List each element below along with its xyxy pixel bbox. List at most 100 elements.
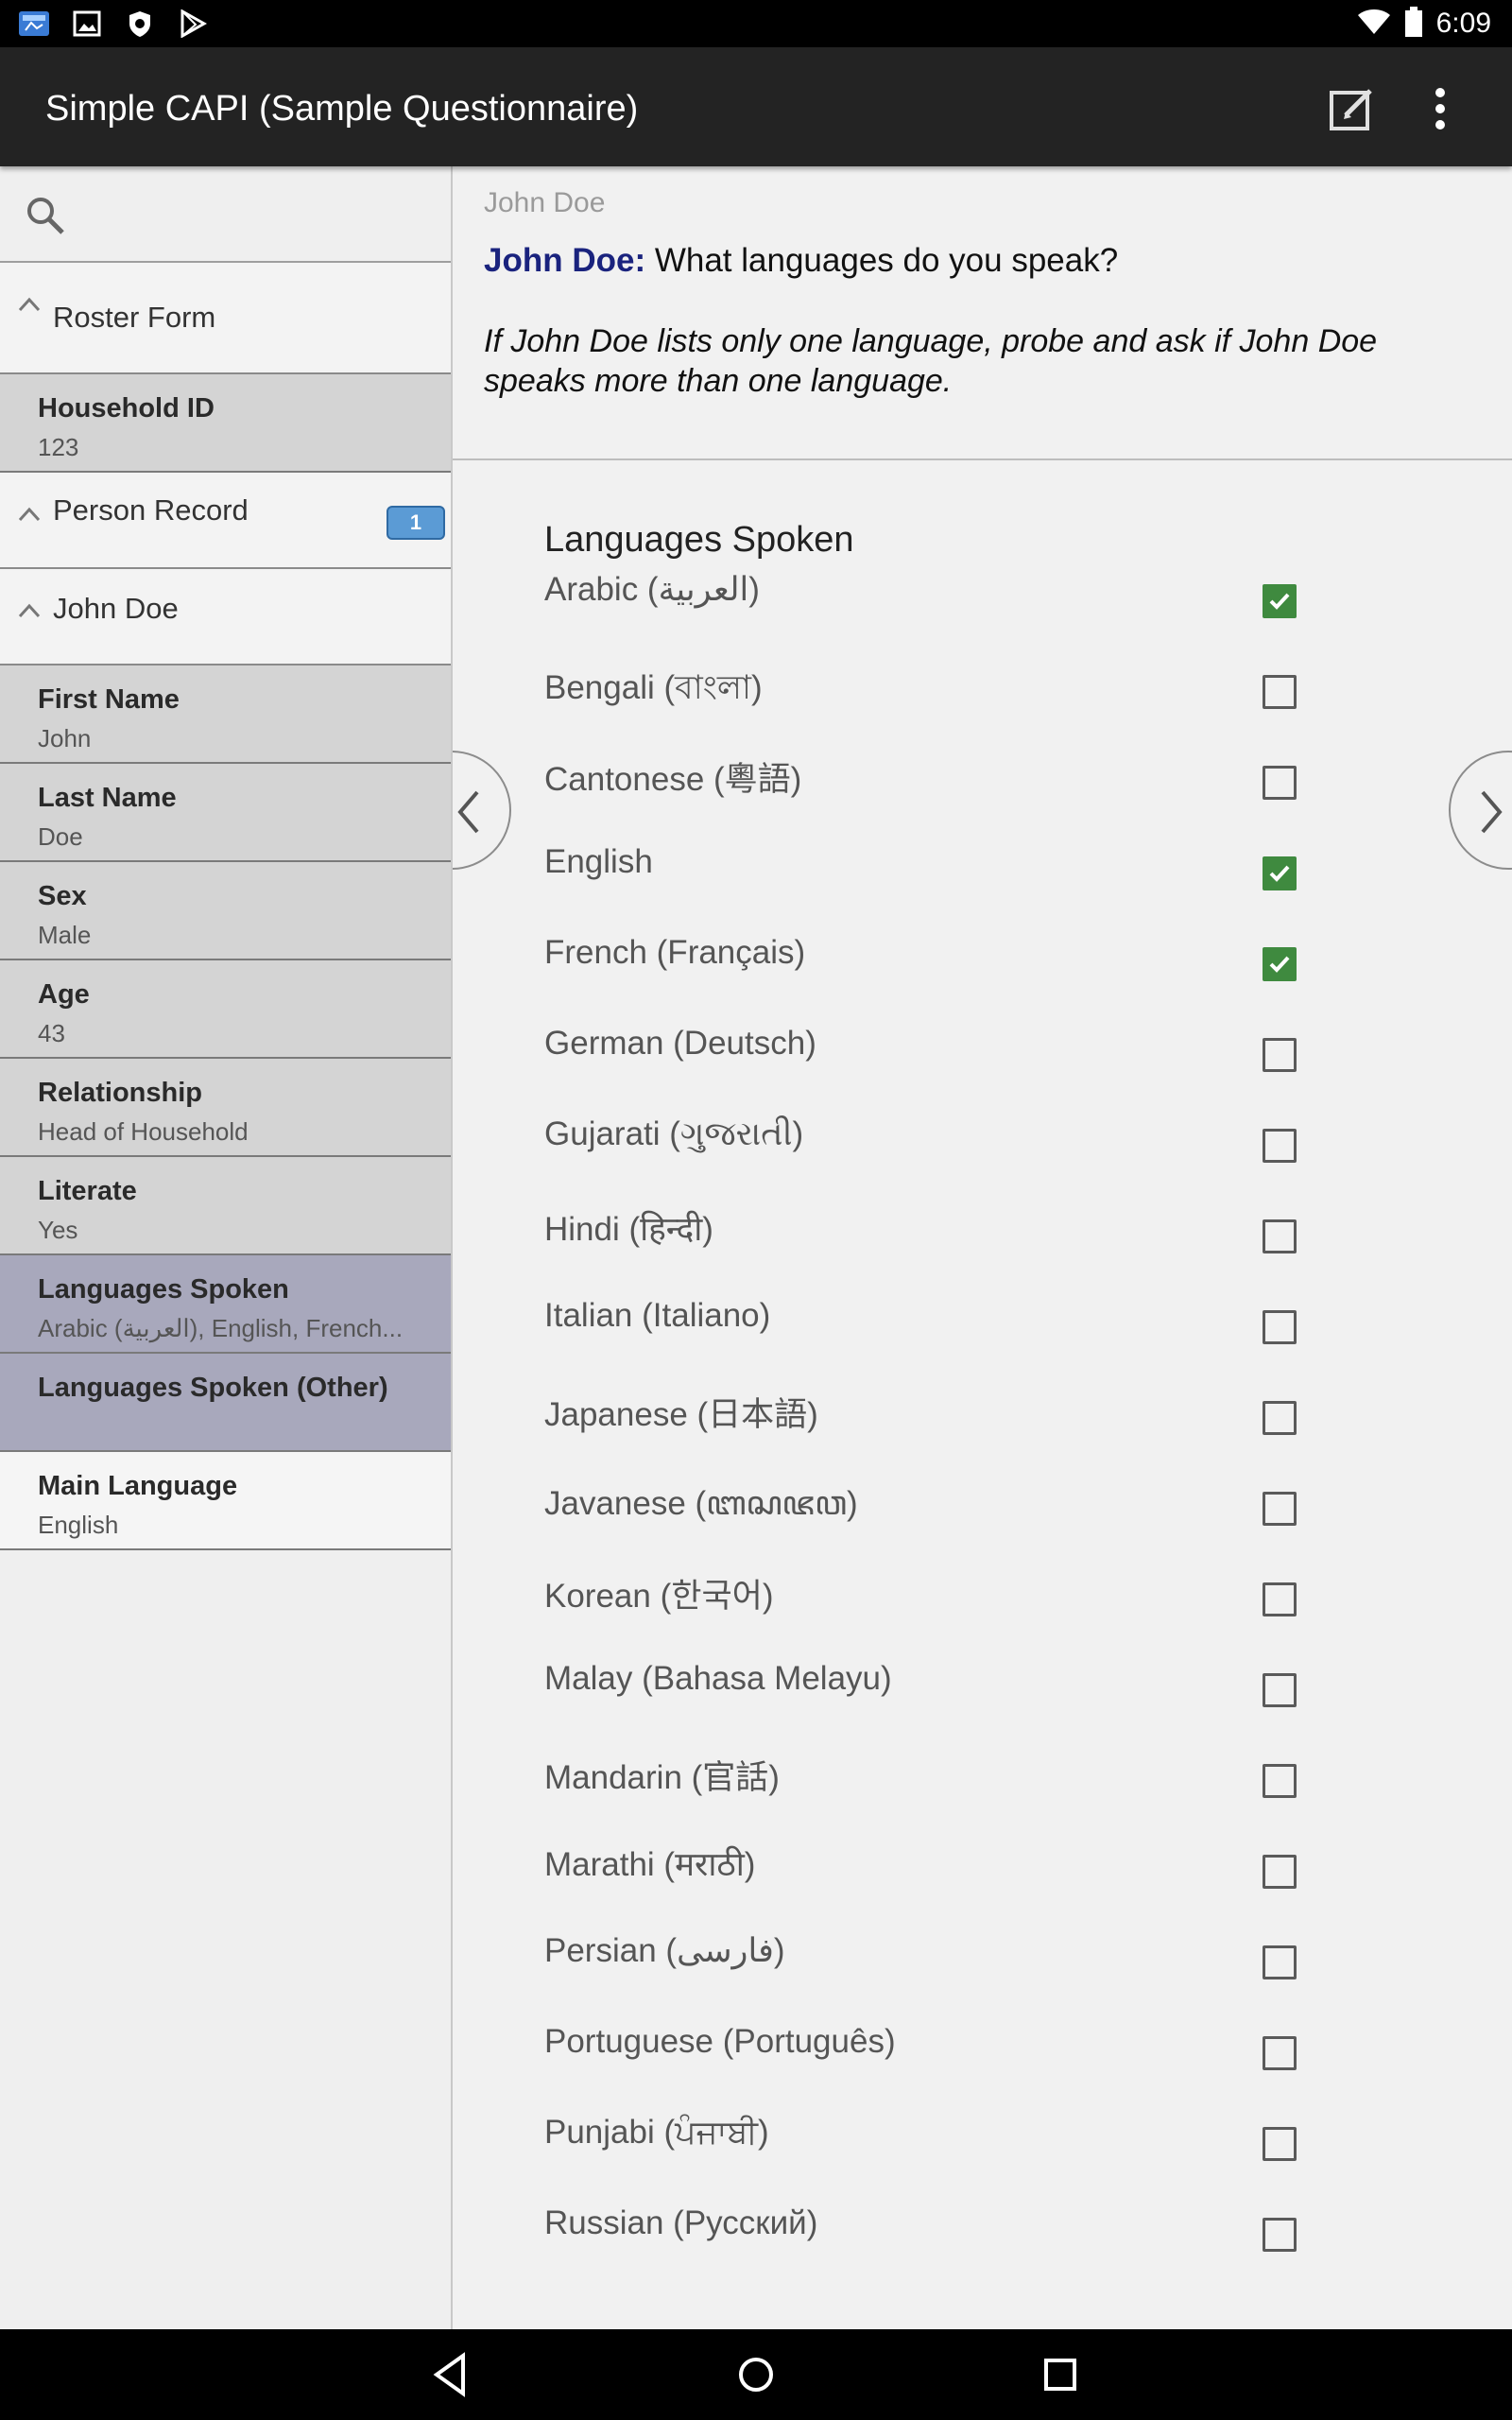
field-name: Household ID	[38, 393, 215, 424]
checkbox-unchecked[interactable]	[1263, 675, 1297, 709]
wifi-icon	[1357, 8, 1391, 41]
checkbox-checked[interactable]	[1263, 856, 1297, 890]
checkbox-option[interactable]: German (Deutsch)	[544, 1025, 1395, 1115]
checkbox-unchecked[interactable]	[1263, 1129, 1297, 1163]
checkbox-option[interactable]: Cantonese (粵語)	[544, 752, 1395, 843]
search-icon[interactable]	[25, 195, 66, 236]
system-nav-bar	[0, 2329, 1512, 2420]
field-name: Sex	[38, 881, 87, 911]
checkbox-unchecked[interactable]	[1263, 1855, 1297, 1889]
checkbox-unchecked[interactable]	[1263, 2218, 1297, 2252]
option-label: Punjabi (ਪੰਜਾਬੀ)	[544, 2114, 769, 2151]
checkbox-unchecked[interactable]	[1263, 1492, 1297, 1526]
field-value: Doe	[38, 822, 83, 851]
option-label: Mandarin (官話)	[544, 1759, 780, 1796]
sidebar-item-literate[interactable]: Literate Yes	[0, 1157, 451, 1255]
option-label: Cantonese (粵語)	[544, 761, 802, 798]
checkbox-option[interactable]: Bengali (বাংলা)	[544, 662, 1395, 752]
checkbox-unchecked[interactable]	[1263, 1038, 1297, 1072]
option-label: Persian (فارسی)	[544, 1932, 785, 1969]
question-name: John Doe:	[484, 242, 646, 279]
chevron-right-icon	[1481, 790, 1503, 834]
search-bar[interactable]	[0, 166, 451, 263]
sidebar-item-sex[interactable]: Sex Male	[0, 862, 451, 960]
sidebar-item-age[interactable]: Age 43	[0, 960, 451, 1059]
checkbox-option[interactable]: Russian (Русский)	[544, 2204, 1395, 2295]
question-header: John Doe	[484, 187, 606, 218]
checkbox-unchecked[interactable]	[1263, 1219, 1297, 1253]
status-bar: 6:09	[0, 0, 1512, 47]
checkbox-option[interactable]: Hindi (हिन्दी)	[544, 1206, 1395, 1297]
occurrence-count-badge: 1	[387, 506, 445, 540]
checkbox-unchecked[interactable]	[1263, 1401, 1297, 1435]
image-icon	[70, 9, 104, 39]
sidebar-item-first-name[interactable]: First Name John	[0, 666, 451, 764]
checkbox-unchecked[interactable]	[1263, 766, 1297, 800]
option-label: English	[544, 843, 653, 880]
checkbox-option[interactable]: French (Français)	[544, 934, 1395, 1025]
checkbox-checked[interactable]	[1263, 947, 1297, 981]
checkbox-unchecked[interactable]	[1263, 2036, 1297, 2070]
option-label: Arabic (العربية)	[544, 571, 760, 608]
checkbox-unchecked[interactable]	[1263, 1582, 1297, 1616]
battery-icon	[1404, 6, 1423, 42]
checkbox-checked[interactable]	[1263, 584, 1297, 618]
field-name: Main Language	[38, 1471, 238, 1501]
option-label: Russian (Русский)	[544, 2204, 818, 2241]
field-value: 123	[38, 433, 79, 461]
field-name: Literate	[38, 1176, 137, 1206]
checkbox-unchecked[interactable]	[1263, 1945, 1297, 1979]
sidebar-item-last-name[interactable]: Last Name Doe	[0, 764, 451, 862]
option-label: Italian (Italiano)	[544, 1297, 771, 1334]
next-button[interactable]	[1449, 751, 1512, 870]
checkbox-option[interactable]: Mandarin (官話)	[544, 1751, 1395, 1841]
option-label: Japanese (日本語)	[544, 1396, 818, 1433]
field-value: English	[38, 1511, 119, 1539]
checkbox-option[interactable]: Korean (한국어)	[544, 1569, 1395, 1660]
sidebar-item-languages-spoken[interactable]: Languages Spoken Arabic (العربية), Englis…	[0, 1255, 451, 1354]
checkbox-option[interactable]: Gujarati (ગુજરાતી)	[544, 1115, 1395, 1206]
field-name: Age	[38, 979, 90, 1010]
checkbox-option[interactable]: Persian (فارسی)	[544, 1932, 1395, 2023]
checkbox-unchecked[interactable]	[1263, 1673, 1297, 1707]
checkbox-option[interactable]: Italian (Italiano)	[544, 1297, 1395, 1388]
checkbox-option[interactable]: English	[544, 843, 1395, 934]
checkbox-option[interactable]: Japanese (日本語)	[544, 1388, 1395, 1478]
john-doe-group[interactable]: John Doe	[0, 569, 451, 666]
checkbox-option[interactable]: Marathi (मराठी)	[544, 1841, 1395, 1932]
checkbox-unchecked[interactable]	[1263, 1310, 1297, 1344]
checkbox-option[interactable]: Malay (Bahasa Melayu)	[544, 1660, 1395, 1751]
option-label: French (Français)	[544, 934, 806, 971]
recents-icon[interactable]	[1034, 2348, 1087, 2401]
checkbox-unchecked[interactable]	[1263, 1764, 1297, 1798]
option-label: Portuguese (Português)	[544, 2023, 896, 2060]
checkbox-option[interactable]: Punjabi (ਪੰਜਾਬੀ)	[544, 2114, 1395, 2204]
checkbox-unchecked[interactable]	[1263, 2127, 1297, 2161]
question-help-text: If John Doe lists only one language, pro…	[484, 323, 1378, 399]
more-vert-icon[interactable]	[1418, 83, 1463, 134]
app-bar: Simple CAPI (Sample Questionnaire)	[0, 47, 1512, 166]
chevron-left-icon	[457, 790, 479, 834]
options-list: Arabic (العربية) Bengali (বাংলা) Cantonese…	[544, 571, 1395, 2295]
option-label: Javanese (ꦧꦱꦗꦮ)	[544, 1485, 858, 1522]
checkbox-option[interactable]: Arabic (العربية)	[544, 571, 1395, 662]
john-doe-label: John Doe	[53, 592, 179, 625]
previous-button[interactable]	[453, 751, 511, 870]
app-title: Simple CAPI (Sample Questionnaire)	[45, 89, 639, 129]
sidebar-item-household-id[interactable]: Household ID 123	[0, 374, 451, 473]
checkbox-option[interactable]: Javanese (ꦧꦱꦗꦮ)	[544, 1478, 1395, 1569]
play-store-icon	[176, 9, 210, 39]
edit-icon[interactable]	[1329, 85, 1376, 132]
checkbox-option[interactable]: Portuguese (Português)	[544, 2023, 1395, 2114]
sidebar-item-languages-spoken-other[interactable]: Languages Spoken (Other)	[0, 1354, 451, 1452]
back-icon[interactable]	[425, 2348, 478, 2401]
sidebar-item-main-language[interactable]: Main Language English	[0, 1452, 451, 1550]
roster-form-group[interactable]: Roster Form	[0, 263, 451, 374]
sidebar-item-relationship[interactable]: Relationship Head of Household	[0, 1059, 451, 1157]
field-value: Male	[38, 921, 92, 949]
person-record-group[interactable]: Person Record 1	[0, 473, 451, 569]
app-notification-icon	[17, 9, 51, 39]
case-tree-sidebar: Roster Form Household ID 123 Person Reco…	[0, 166, 453, 2329]
checkmark-icon	[1269, 865, 1290, 882]
home-icon[interactable]	[730, 2348, 782, 2401]
